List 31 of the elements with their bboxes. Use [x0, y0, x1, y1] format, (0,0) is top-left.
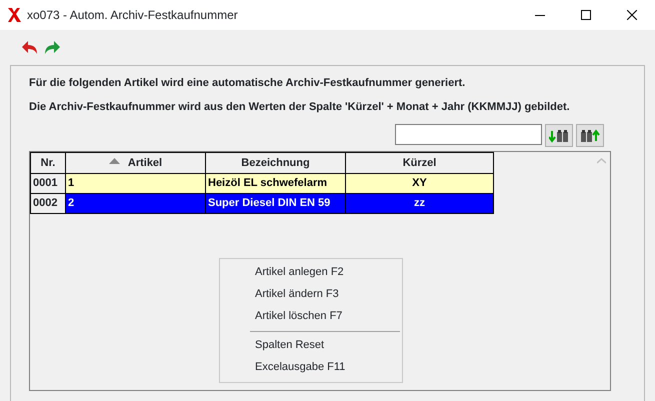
column-header[interactable]: Bezeichnung: [206, 152, 346, 174]
table-cell: 1: [66, 174, 206, 194]
table-cell: XY: [346, 174, 494, 194]
menu-item[interactable]: Artikel ändern F3: [220, 284, 402, 306]
table-cell: Super Diesel DIN EN 59: [206, 194, 346, 214]
binoculars-down-arrow-icon: [549, 128, 569, 142]
menu-item[interactable]: Spalten Reset: [220, 335, 402, 357]
table-cell: zz: [346, 194, 494, 214]
row-number: 0002: [30, 194, 66, 214]
info-text: Für die folgenden Artikel wird eine automatische Archiv-Festkaufnummer generiert.: [29, 76, 466, 90]
search-field[interactable]: [395, 124, 542, 145]
maximize-icon: [581, 10, 591, 20]
table-cell: 2: [66, 194, 206, 214]
info-text: Die Archiv-Festkaufnummer wird aus den Werten der Spalte 'Kürzel' + Monat + Jahr (KKMMJJ) gebildet.: [29, 100, 571, 114]
menu-item[interactable]: Excelausgabe F11: [220, 357, 402, 379]
search-up-button[interactable]: [576, 124, 604, 147]
close-icon: [627, 10, 637, 20]
column-header[interactable]: Nr.: [30, 152, 66, 174]
binoculars-up-arrow-icon: [580, 128, 600, 142]
column-header[interactable]: Kürzel: [346, 152, 494, 174]
window-title: xo073 - Autom. Archiv-Festkaufnummer: [27, 7, 238, 24]
menu-item[interactable]: Artikel anlegen F2: [220, 262, 402, 284]
app-logo-icon: [7, 7, 21, 23]
undo-arrow-icon[interactable]: [22, 40, 38, 54]
search-down-button[interactable]: [545, 124, 573, 147]
sort-ascending-icon: [108, 158, 120, 164]
menu-item[interactable]: Artikel löschen F7: [220, 306, 402, 328]
column-header[interactable]: Artikel: [66, 152, 206, 174]
table-cell: Heizöl EL schwefelarm: [206, 174, 346, 194]
redo-arrow-icon[interactable]: [44, 40, 60, 54]
row-number: 0001: [30, 174, 66, 194]
